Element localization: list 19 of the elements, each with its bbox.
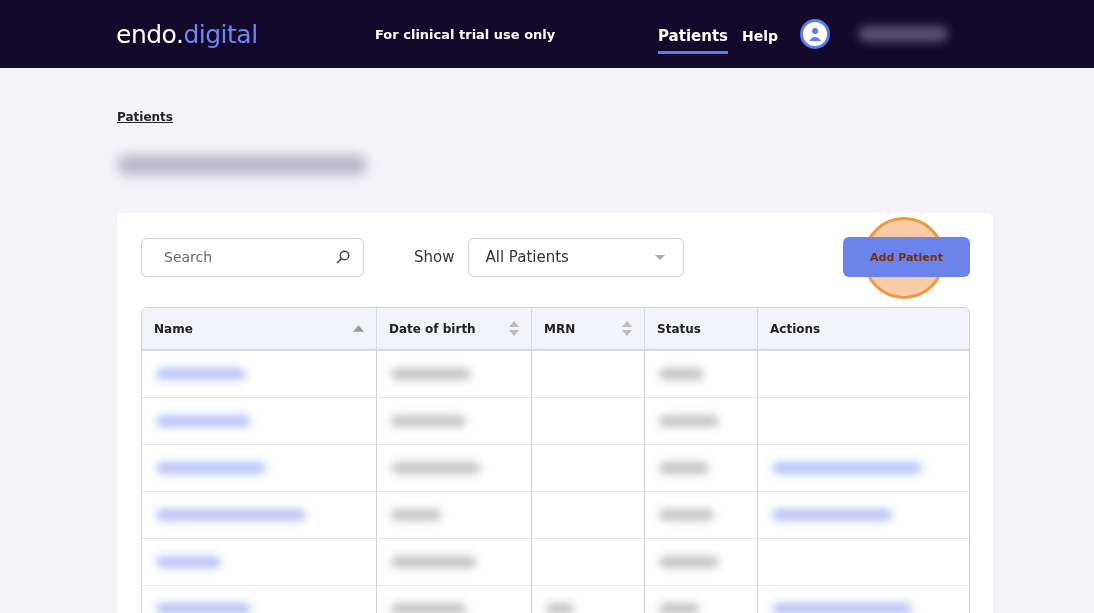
nav-link[interactable]: Help bbox=[742, 21, 779, 53]
sort-icon[interactable] bbox=[509, 321, 519, 336]
sort-icon[interactable] bbox=[622, 321, 632, 336]
column-header: Name bbox=[142, 308, 377, 351]
column-header: Date of birth bbox=[377, 308, 532, 351]
search-field[interactable]: Search bbox=[141, 237, 364, 277]
column-header: MRN bbox=[532, 308, 645, 351]
column-header: Status bbox=[645, 308, 758, 351]
sort-ascending-icon[interactable] bbox=[353, 325, 364, 332]
show-label: Show bbox=[414, 248, 455, 266]
filter-dropdown[interactable]: All Patients bbox=[468, 237, 685, 277]
column-header: Actions bbox=[758, 308, 969, 351]
breadcrumb-link[interactable]: Patients bbox=[117, 110, 173, 124]
search-icon bbox=[336, 249, 350, 264]
user-avatar-icon[interactable] bbox=[800, 19, 831, 49]
caret-icon bbox=[655, 254, 666, 260]
nav-link[interactable]: Patients bbox=[658, 20, 728, 54]
logo[interactable]: endo.digital bbox=[116, 19, 375, 49]
trial-notice: For clinical trial use only bbox=[375, 26, 557, 42]
